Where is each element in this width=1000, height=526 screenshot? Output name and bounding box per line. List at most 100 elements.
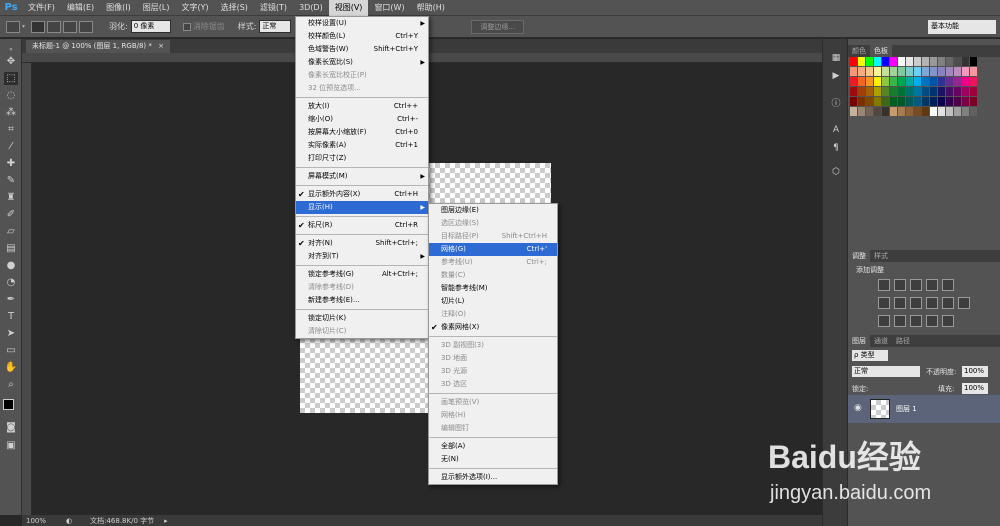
swatch[interactable] (874, 87, 881, 96)
eyedropper-icon[interactable]: ⁄ (4, 140, 18, 153)
swatch[interactable] (938, 57, 945, 66)
close-icon[interactable]: × (158, 42, 164, 50)
swatch[interactable] (970, 77, 977, 86)
tab-layers[interactable]: 图层 (848, 335, 870, 347)
history-brush-icon[interactable]: ✐ (4, 208, 18, 221)
swatch[interactable] (906, 77, 913, 86)
menu-0[interactable]: 文件(F) (22, 0, 61, 16)
show-menu-item[interactable]: 注释(O) (429, 308, 557, 321)
view-menu-item[interactable]: 按屏幕大小缩放(F) Ctrl+0 (296, 126, 428, 139)
show-menu-item[interactable]: 画笔预览(V) (429, 396, 557, 409)
marquee-tool-icon[interactable]: ⬚ (4, 72, 18, 85)
tab-styles[interactable]: 样式 (870, 250, 892, 262)
view-menu-item[interactable]: 打印尺寸(Z) (296, 152, 428, 165)
info-panel-icon[interactable]: ⓘ (831, 99, 841, 109)
show-menu-item[interactable]: 网格(G) Ctrl+' (429, 243, 557, 256)
zoom-level[interactable]: 100% (22, 517, 62, 525)
refine-edge-button[interactable]: 调整边缘... (471, 19, 525, 34)
swatch[interactable] (890, 77, 897, 86)
view-menu-item[interactable]: 色域警告(W) Shift+Ctrl+Y (296, 43, 428, 56)
swatch[interactable] (906, 107, 913, 116)
swatch[interactable] (946, 97, 953, 106)
swatch[interactable] (850, 57, 857, 66)
show-menu-item[interactable]: 全部(A) (429, 440, 557, 453)
swatch[interactable] (922, 107, 929, 116)
layer-row[interactable]: ◉ 图层 1 (848, 395, 1000, 423)
layer-name[interactable]: 图层 1 (896, 404, 917, 414)
new-selection-icon[interactable] (31, 20, 46, 33)
show-menu-item[interactable]: 智能参考线(M) (429, 282, 557, 295)
show-menu-item[interactable]: 网格(H) (429, 409, 557, 422)
fill-input[interactable]: 100% (962, 383, 988, 394)
swatch[interactable] (882, 67, 889, 76)
swatch[interactable] (946, 57, 953, 66)
show-menu-item[interactable]: 参考线(U) Ctrl+; (429, 256, 557, 269)
magic-wand-icon[interactable]: ⁂ (4, 106, 18, 119)
swatch[interactable] (970, 57, 977, 66)
screen-mode-icon[interactable]: ▣ (4, 439, 18, 452)
swatch[interactable] (890, 87, 897, 96)
brush-tool-icon[interactable]: ✎ (4, 174, 18, 187)
visibility-eye-icon[interactable]: ◉ (854, 403, 862, 413)
show-menu-item[interactable]: ✔ 像素网格(X) (429, 321, 557, 334)
swatch[interactable] (914, 77, 921, 86)
swatch[interactable] (938, 87, 945, 96)
swatch[interactable] (962, 57, 969, 66)
color-balance-icon[interactable] (894, 297, 906, 309)
show-menu-item[interactable]: 目标路径(P) Shift+Ctrl+H (429, 230, 557, 243)
swatch[interactable] (850, 77, 857, 86)
paragraph-panel-icon[interactable]: ¶ (831, 143, 841, 153)
swatch[interactable] (898, 107, 905, 116)
opacity-input[interactable]: 100% (962, 366, 988, 377)
swatch[interactable] (882, 97, 889, 106)
swatch[interactable] (930, 107, 937, 116)
show-menu-item[interactable]: 无(N) (429, 453, 557, 466)
swatch[interactable] (938, 97, 945, 106)
swatch[interactable] (858, 67, 865, 76)
swatch[interactable] (930, 67, 937, 76)
swatch[interactable] (906, 67, 913, 76)
view-menu-item[interactable]: 实际像素(A) Ctrl+1 (296, 139, 428, 152)
swatch[interactable] (866, 97, 873, 106)
document-tab[interactable]: 未标题-1 @ 100% (图层 1, RGB/8) * × (26, 40, 170, 53)
swatch[interactable] (850, 97, 857, 106)
swatch[interactable] (874, 67, 881, 76)
swatch[interactable] (858, 97, 865, 106)
marquee-preset[interactable]: ▾ (6, 20, 25, 33)
swatch[interactable] (890, 67, 897, 76)
crop-tool-icon[interactable]: ⌗ (4, 123, 18, 136)
swatch[interactable] (922, 57, 929, 66)
show-menu-item[interactable]: 显示额外选项(I)... (429, 471, 557, 484)
swatch[interactable] (898, 87, 905, 96)
swatch[interactable] (882, 87, 889, 96)
view-menu-item[interactable]: 清除参考线(D) (296, 281, 428, 294)
swatch[interactable] (954, 107, 961, 116)
view-menu-item[interactable]: 显示(H) ▶ (296, 201, 428, 214)
view-menu-item[interactable]: 放大(I) Ctrl++ (296, 100, 428, 113)
swatch[interactable] (898, 77, 905, 86)
path-selection-icon[interactable]: ➤ (4, 327, 18, 340)
eraser-tool-icon[interactable]: ▱ (4, 225, 18, 238)
style-select[interactable]: 正常 (259, 20, 292, 33)
swatch[interactable] (970, 67, 977, 76)
tab-color[interactable]: 颜色 (848, 45, 870, 57)
view-menu-item[interactable]: 校样颜色(L) Ctrl+Y (296, 30, 428, 43)
swatch[interactable] (946, 107, 953, 116)
view-menu-item[interactable]: ✔ 对齐(N) Shift+Ctrl+; (296, 237, 428, 250)
show-menu-item[interactable]: 3D 选区 (429, 378, 557, 391)
hand-tool-icon[interactable]: ✋ (4, 361, 18, 374)
dodge-tool-icon[interactable]: ◔ (4, 276, 18, 289)
swatch[interactable] (954, 67, 961, 76)
feather-input[interactable]: 0 像素 (130, 20, 171, 33)
view-menu-item[interactable]: 屏幕模式(M) ▶ (296, 170, 428, 183)
brightness-icon[interactable] (878, 279, 890, 291)
antialias-checkbox[interactable] (182, 22, 191, 31)
swatch[interactable] (914, 87, 921, 96)
workspace-select[interactable]: 基本功能 (928, 20, 996, 34)
swatch[interactable] (962, 67, 969, 76)
view-menu-item[interactable]: 32 位预览选项... (296, 82, 428, 95)
show-menu-item[interactable]: 3D 副视图(3) (429, 339, 557, 352)
swatch[interactable] (970, 97, 977, 106)
channel-mixer-icon[interactable] (942, 297, 954, 309)
swatch[interactable] (866, 57, 873, 66)
